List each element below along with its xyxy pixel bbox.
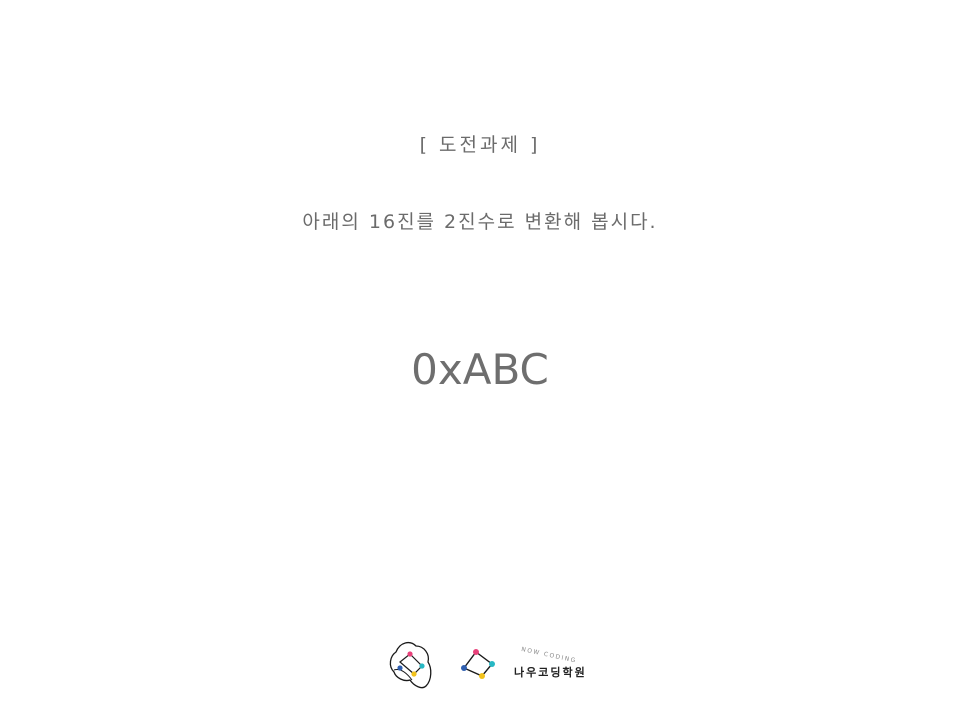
brand-tagline: NOW CODING (520, 646, 578, 665)
slide-heading: [ 도전과제 ] (419, 134, 541, 156)
network-logo-icon (461, 649, 495, 679)
hex-value: 0xABC (411, 345, 549, 394)
brand-name: 나우코딩학원 (514, 666, 587, 679)
brain-logo-icon (389, 641, 432, 689)
footer-logos: NOW CODING 나우코딩학원 (386, 636, 606, 692)
slide-instruction: 아래의 16진를 2진수로 변환해 봅시다. (302, 211, 658, 233)
slide: [ 도전과제 ] 아래의 16진를 2진수로 변환해 봅시다. 0xABC NO… (0, 0, 960, 720)
